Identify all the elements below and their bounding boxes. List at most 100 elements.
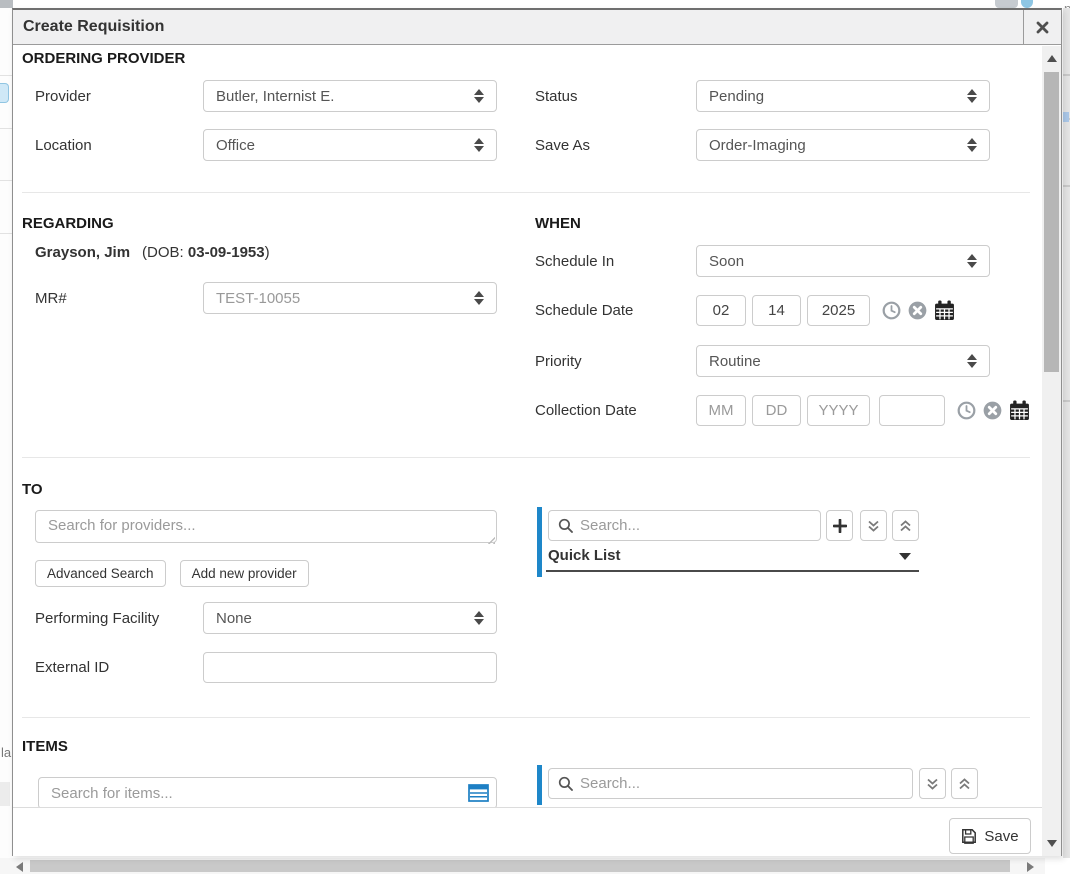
external-id-input[interactable] bbox=[203, 652, 497, 683]
priority-label: Priority bbox=[535, 353, 696, 370]
add-new-provider-button[interactable]: Add new provider bbox=[180, 560, 309, 587]
select-arrows-icon bbox=[474, 138, 484, 152]
advanced-search-button[interactable]: Advanced Search bbox=[35, 560, 166, 587]
section-divider bbox=[22, 457, 1030, 458]
collection-date-time-input[interactable] bbox=[879, 395, 945, 426]
search-icon bbox=[558, 518, 574, 534]
schedule-date-label: Schedule Date bbox=[535, 302, 696, 319]
provider-search-textarea[interactable] bbox=[35, 510, 497, 543]
scroll-left-arrow-icon[interactable] bbox=[16, 862, 23, 872]
location-select[interactable]: Office bbox=[203, 129, 497, 161]
save-as-select[interactable]: Order-Imaging bbox=[696, 129, 990, 161]
save-button-label: Save bbox=[984, 828, 1018, 845]
quick-panel-accent-bar bbox=[537, 765, 542, 805]
section-heading-to: TO bbox=[22, 481, 43, 498]
performing-facility-select-value: None bbox=[216, 610, 474, 627]
double-chevron-down-icon bbox=[926, 777, 939, 791]
double-chevron-up-icon bbox=[958, 777, 971, 791]
item-quick-search-input[interactable] bbox=[580, 775, 903, 792]
background-text-fragment: la bbox=[1, 745, 11, 760]
collection-date-month-input[interactable] bbox=[696, 395, 746, 426]
collection-date-calendar-button[interactable] bbox=[1009, 400, 1030, 421]
collapse-all-button[interactable] bbox=[892, 510, 919, 541]
schedule-in-select-value: Soon bbox=[709, 253, 967, 270]
patient-name: Grayson, Jim bbox=[35, 244, 130, 261]
background-right-strip bbox=[1063, 8, 1070, 858]
background-left-strip: la bbox=[0, 8, 12, 858]
section-divider bbox=[22, 192, 1030, 193]
quick-panel-accent-bar bbox=[537, 507, 542, 577]
item-quick-search[interactable] bbox=[548, 768, 913, 799]
clock-icon bbox=[957, 401, 976, 420]
schedule-date-calendar-button[interactable] bbox=[934, 300, 955, 321]
schedule-in-label: Schedule In bbox=[535, 253, 696, 270]
scroll-up-arrow-icon[interactable] bbox=[1047, 55, 1057, 62]
schedule-date-clear-button[interactable] bbox=[908, 301, 927, 320]
dialog-footer: Save bbox=[13, 807, 1042, 856]
add-provider-list-button[interactable] bbox=[826, 510, 853, 541]
create-requisition-dialog: Create Requisition ORDERING PROVIDER Pro… bbox=[12, 8, 1062, 856]
save-button[interactable]: Save bbox=[949, 818, 1031, 854]
background-fragment bbox=[1021, 0, 1033, 8]
schedule-date-year-input[interactable] bbox=[807, 295, 870, 326]
section-heading-items: ITEMS bbox=[22, 738, 68, 755]
provider-label: Provider bbox=[35, 88, 203, 105]
schedule-date-day-input[interactable] bbox=[752, 295, 801, 326]
vertical-scrollbar-thumb[interactable] bbox=[1044, 72, 1059, 372]
select-arrows-icon bbox=[967, 254, 977, 268]
item-search-input[interactable] bbox=[38, 777, 497, 809]
quick-list-title: Quick List bbox=[546, 547, 621, 564]
browse-items-button[interactable] bbox=[468, 784, 489, 802]
performing-facility-label: Performing Facility bbox=[35, 610, 203, 627]
collection-date-year-input[interactable] bbox=[807, 395, 870, 426]
calendar-icon bbox=[934, 300, 955, 321]
horizontal-scrollbar-thumb[interactable] bbox=[30, 860, 1010, 872]
location-label: Location bbox=[35, 137, 203, 154]
provider-select-value: Butler, Internist E. bbox=[216, 88, 474, 105]
select-arrows-icon bbox=[474, 291, 484, 305]
mr-number-label: MR# bbox=[35, 290, 203, 307]
section-heading-when: WHEN bbox=[535, 215, 581, 232]
background-fragment bbox=[0, 83, 9, 103]
location-select-value: Office bbox=[216, 137, 474, 154]
provider-quick-search-input[interactable] bbox=[580, 517, 811, 534]
item-list-icon bbox=[468, 784, 489, 802]
scroll-down-arrow-icon[interactable] bbox=[1047, 840, 1057, 847]
x-circle-icon bbox=[983, 401, 1002, 420]
close-button[interactable] bbox=[1023, 10, 1061, 44]
background-fragment bbox=[1063, 112, 1069, 122]
patient-dob: (DOB: 03-09-1953) bbox=[142, 244, 270, 261]
dialog-title: Create Requisition bbox=[23, 18, 164, 36]
schedule-date-month-input[interactable] bbox=[696, 295, 746, 326]
page-horizontal-scrollbar[interactable] bbox=[0, 858, 1045, 874]
mr-number-select-value: TEST-10055 bbox=[216, 290, 474, 307]
select-arrows-icon bbox=[474, 89, 484, 103]
expand-all-items-button[interactable] bbox=[919, 768, 946, 799]
background-fragment bbox=[0, 0, 13, 8]
provider-quick-search[interactable] bbox=[548, 510, 821, 541]
status-select[interactable]: Pending bbox=[696, 80, 990, 112]
schedule-date-time-button[interactable] bbox=[882, 301, 901, 320]
priority-select[interactable]: Routine bbox=[696, 345, 990, 377]
collapse-all-items-button[interactable] bbox=[951, 768, 978, 799]
performing-facility-select[interactable]: None bbox=[203, 602, 497, 634]
provider-select[interactable]: Butler, Internist E. bbox=[203, 80, 497, 112]
double-chevron-up-icon bbox=[899, 519, 912, 533]
collection-date-time-button[interactable] bbox=[957, 401, 976, 420]
scroll-right-arrow-icon[interactable] bbox=[1027, 862, 1034, 872]
search-icon bbox=[558, 776, 574, 792]
section-heading-ordering-provider: ORDERING PROVIDER bbox=[22, 50, 185, 67]
mr-number-select[interactable]: TEST-10055 bbox=[203, 282, 497, 314]
expand-all-button[interactable] bbox=[860, 510, 887, 541]
select-arrows-icon bbox=[967, 138, 977, 152]
collection-date-clear-button[interactable] bbox=[983, 401, 1002, 420]
section-divider bbox=[22, 717, 1030, 718]
close-icon bbox=[1036, 21, 1049, 34]
dialog-header: Create Requisition bbox=[13, 10, 1061, 45]
status-select-value: Pending bbox=[709, 88, 967, 105]
status-label: Status bbox=[535, 88, 696, 105]
dialog-vertical-scrollbar[interactable] bbox=[1042, 46, 1061, 856]
collection-date-day-input[interactable] bbox=[752, 395, 801, 426]
quick-list-header[interactable]: Quick List bbox=[546, 547, 919, 572]
schedule-in-select[interactable]: Soon bbox=[696, 245, 990, 277]
